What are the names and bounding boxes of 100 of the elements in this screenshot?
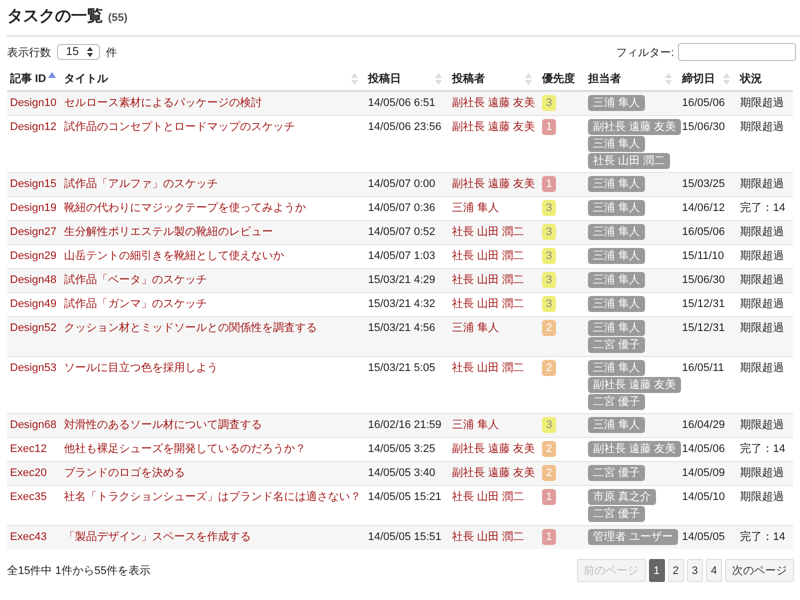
posted-date: 16/02/16 21:59: [365, 414, 449, 438]
assignee-tag: 二宮 優子: [588, 506, 646, 522]
assignee-tag: 副社長 遠藤 友美: [588, 377, 682, 393]
page-title: タスクの一覧: [7, 7, 103, 27]
page-button[interactable]: 2: [668, 559, 684, 582]
assignee-tag: 市原 真之介: [588, 489, 656, 505]
sort-icon[interactable]: [351, 72, 358, 84]
posted-date: 14/05/05 15:51: [365, 526, 449, 549]
assignee-tag: 三浦 隼人: [588, 248, 646, 264]
task-id-link[interactable]: Design15: [7, 172, 61, 196]
priority-badge: 2: [542, 441, 556, 457]
sort-icon[interactable]: [435, 72, 442, 84]
poster-link[interactable]: 三浦 隼人: [449, 316, 539, 356]
priority-badge: 3: [542, 296, 556, 312]
priority-badge: 3: [542, 224, 556, 240]
poster-link[interactable]: 副社長 遠藤 友美: [449, 91, 539, 116]
task-title-link[interactable]: セルロース素材によるパッケージの検討: [61, 91, 365, 116]
deadline-date: 15/03/25: [679, 172, 737, 196]
sort-ascending-icon[interactable]: [48, 72, 56, 78]
priority-badge: 3: [542, 200, 556, 216]
rows-unit: 件: [106, 46, 117, 60]
deadline-date: 14/05/09: [679, 462, 737, 486]
deadline-date: 16/05/06: [679, 91, 737, 116]
assignee-tag: 副社長 遠藤 友美: [588, 441, 682, 457]
rows-select[interactable]: 15: [57, 44, 100, 60]
task-title-link[interactable]: 対滑性のあるソール材について調査する: [61, 414, 365, 438]
deadline-date: 14/05/05: [679, 526, 737, 549]
task-title-link[interactable]: 「製品デザイン」スペースを作成する: [61, 526, 365, 549]
assignee-tag: 三浦 隼人: [588, 224, 646, 240]
poster-link[interactable]: 三浦 隼人: [449, 414, 539, 438]
task-title-link[interactable]: クッション材とミッドソールとの関係性を調査する: [61, 316, 365, 356]
assignee-tag: 三浦 隼人: [588, 320, 646, 336]
deadline-date: 16/04/29: [679, 414, 737, 438]
assignee-tag: 二宮 優子: [588, 337, 646, 353]
priority-badge: 3: [542, 248, 556, 264]
status-text: 期限超過: [737, 91, 793, 116]
status-text: 期限超過: [737, 462, 793, 486]
priority-badge: 2: [542, 360, 556, 376]
priority-badge: 1: [542, 119, 556, 135]
priority-badge: 3: [542, 272, 556, 288]
assignee-tag: 社長 山田 潤二: [588, 153, 670, 169]
assignee-tag: 三浦 隼人: [588, 272, 646, 288]
task-title-link[interactable]: 生分解性ポリエステル製の靴紐のレビュー: [61, 220, 365, 244]
status-text: 期限超過: [737, 172, 793, 196]
poster-link[interactable]: 社長 山田 潤二: [449, 220, 539, 244]
sort-icon[interactable]: [723, 72, 730, 84]
posted-date: 14/05/06 6:51: [365, 91, 449, 116]
table-info: 全15件中 1件から55件を表示: [7, 564, 151, 578]
status-text: 期限超過: [737, 414, 793, 438]
priority-badge: 1: [542, 176, 556, 192]
sort-icon[interactable]: [525, 72, 532, 84]
priority-badge: 3: [542, 95, 556, 111]
assignee-tag: 三浦 隼人: [588, 176, 646, 192]
assignee-tag: 二宮 優子: [588, 465, 646, 481]
page-button[interactable]: 3: [686, 559, 703, 582]
priority-badge: 1: [542, 489, 556, 505]
poster-link[interactable]: 副社長 遠藤 友美: [449, 172, 539, 196]
sort-icon[interactable]: [665, 72, 672, 84]
deadline-date: 15/12/31: [679, 316, 737, 356]
posted-date: 15/03/21 4:56: [365, 316, 449, 356]
rows-label: 表示行数: [7, 46, 51, 60]
assignee-tag: 三浦 隼人: [588, 417, 646, 433]
filter-label: フィルター:: [616, 46, 674, 60]
posted-date: 14/05/05 3:40: [365, 462, 449, 486]
priority-badge: 1: [542, 529, 556, 545]
task-id-link[interactable]: Design52: [7, 316, 61, 356]
task-id-link[interactable]: Design48: [7, 268, 61, 292]
task-id-link[interactable]: Exec20: [7, 462, 61, 486]
task-id-link[interactable]: Design27: [7, 220, 61, 244]
poster-link[interactable]: 社長 山田 潤二: [449, 526, 539, 549]
posted-date: 15/03/21 4:29: [365, 268, 449, 292]
deadline-date: 15/06/30: [679, 268, 737, 292]
assignee-tag: 三浦 隼人: [588, 296, 646, 312]
assignee-tag: 三浦 隼人: [588, 136, 646, 152]
priority-badge: 3: [542, 417, 556, 433]
task-count: (55): [108, 12, 128, 24]
priority-badge: 2: [542, 320, 556, 336]
task-id-link[interactable]: Design68: [7, 414, 61, 438]
page-button[interactable]: 1: [648, 559, 665, 582]
task-title-link[interactable]: ブランドのロゴを決める: [61, 462, 365, 486]
assignee-tag: 三浦 隼人: [588, 95, 646, 111]
poster-link[interactable]: 社長 山田 潤二: [449, 268, 539, 292]
assignee-tag: 二宮 優子: [588, 394, 646, 410]
next-page-button[interactable]: 次のページ: [725, 559, 794, 582]
posted-date: 14/05/07 0:00: [365, 172, 449, 196]
status-text: 完了：14: [737, 526, 793, 549]
posted-date: 14/05/07 0:52: [365, 220, 449, 244]
task-id-link[interactable]: Design10: [7, 91, 61, 116]
priority-badge: 2: [542, 465, 556, 481]
page-button[interactable]: 4: [706, 559, 722, 582]
assignee-tag: 管理者 ユーザー: [588, 529, 678, 545]
deadline-date: 16/05/06: [679, 220, 737, 244]
task-title-link[interactable]: 試作品「ベータ」のスケッチ: [61, 268, 365, 292]
task-id-link[interactable]: Exec43: [7, 526, 61, 549]
filter-field[interactable]: [678, 43, 796, 61]
status-text: 期限超過: [737, 220, 793, 244]
assignee-tag: 副社長 遠藤 友美: [588, 119, 682, 135]
poster-link[interactable]: 副社長 遠藤 友美: [449, 462, 539, 486]
assignee-tag: 三浦 隼人: [588, 200, 646, 216]
task-title-link[interactable]: 試作品「アルファ」のスケッチ: [61, 172, 365, 196]
